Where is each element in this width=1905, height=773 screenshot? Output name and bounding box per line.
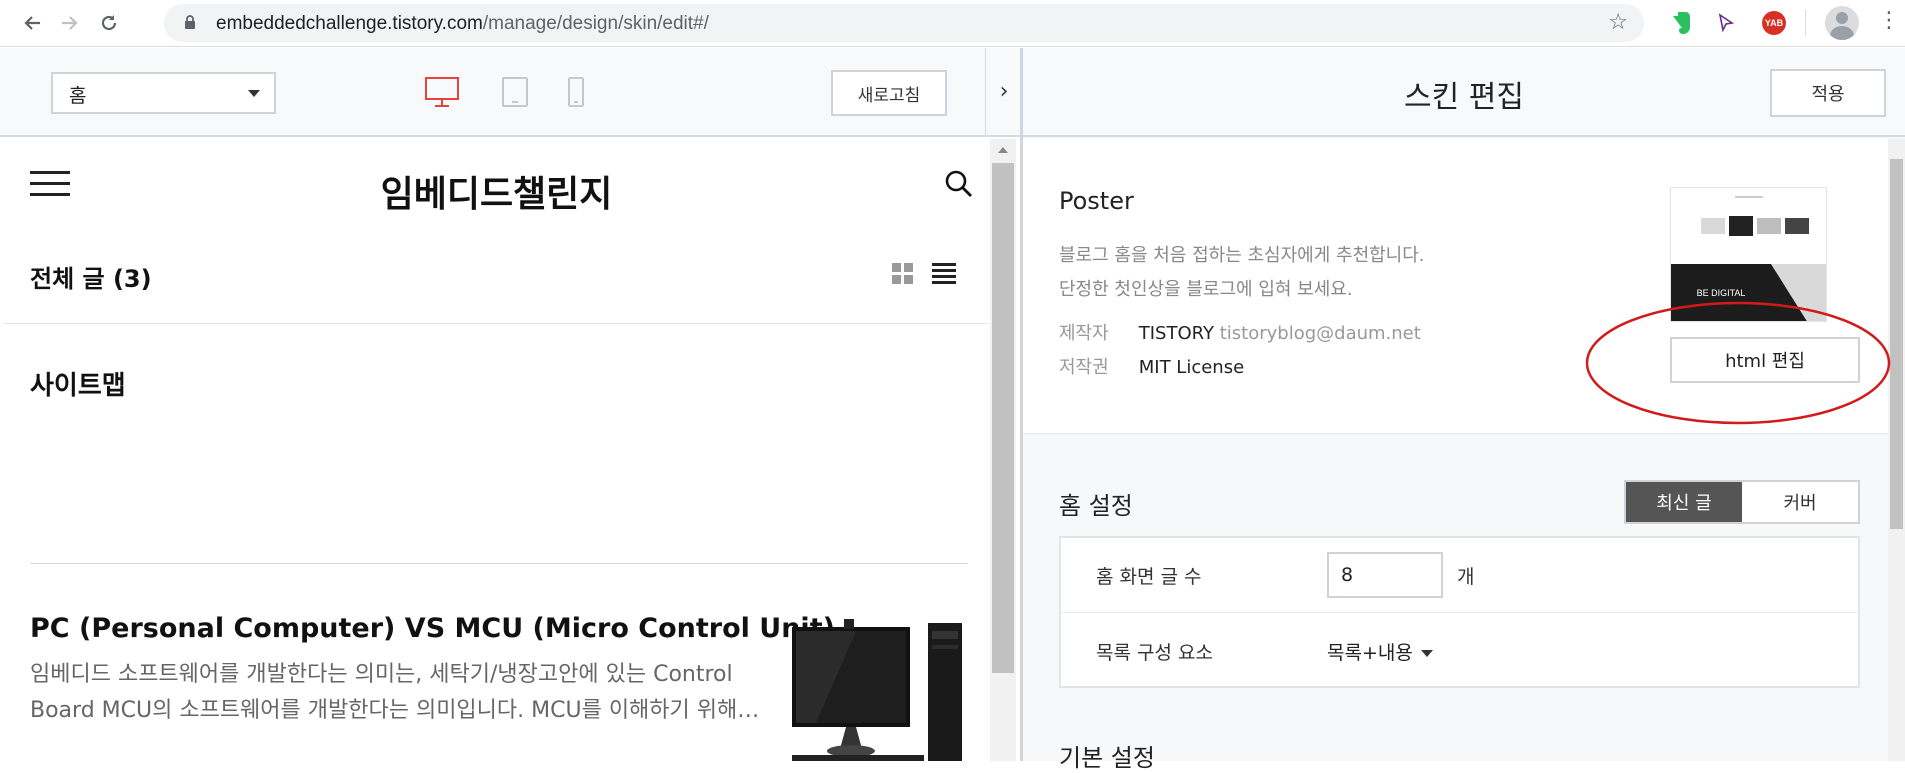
refresh-button[interactable]: 새로고침 [831, 70, 947, 116]
back-icon[interactable] [18, 8, 48, 38]
browser-toolbar: embeddedchallenge.tistory.com/manage/des… [0, 0, 1905, 47]
blog-preview: 임베디드챌린지 전체 글 (3) 사이트맵 PC (Personal Compu… [4, 139, 989, 761]
skin-info-card: Poster 블로그 홈을 처음 접하는 초심자에게 추천합니다. 단정한 첫인… [1023, 139, 1905, 434]
skin-desc-line: 단정한 첫인상을 블로그에 입혀 보세요. [1059, 279, 1353, 300]
tab-recent-posts[interactable]: 최신 글 [1626, 482, 1742, 522]
license-value: MIT License [1138, 357, 1245, 378]
url-path: /manage/design/skin/edit#/ [482, 13, 709, 34]
scroll-up-icon[interactable] [998, 147, 1008, 153]
chevron-down-icon [248, 90, 260, 97]
tablet-view-icon[interactable] [501, 76, 529, 112]
skin-author-row: 제작자 TISTORY tistoryblog@daum.net [1059, 319, 1421, 345]
home-settings-box: 홈 화면 글 수 8 개 목록 구성 요소 목록+내용 [1059, 536, 1860, 688]
grid-view-icon[interactable] [892, 263, 914, 285]
divider [1061, 612, 1858, 613]
skin-thumb-caption: BE DIGITAL [1696, 288, 1746, 298]
preview-toolbar: 홈 새로고침 [0, 48, 985, 137]
skin-license-row: 저작권 MIT License [1059, 353, 1244, 379]
forward-icon[interactable] [54, 8, 84, 38]
post-thumbnail[interactable] [792, 613, 962, 761]
tab-cover[interactable]: 커버 [1742, 482, 1858, 522]
cursor-extension-icon[interactable] [1711, 8, 1741, 38]
page-select[interactable]: 홈 [51, 72, 276, 114]
editor-header: 스킨 편집 적용 [1023, 48, 1905, 137]
search-icon[interactable] [944, 169, 974, 203]
author-label: 제작자 [1059, 323, 1109, 344]
chevron-right-icon: › [999, 79, 1009, 104]
lock-icon [185, 15, 195, 29]
post-count-label: 홈 화면 글 수 [1096, 566, 1202, 588]
profile-avatar[interactable] [1825, 6, 1859, 40]
reload-icon[interactable] [94, 8, 124, 38]
toolbar-divider [1805, 10, 1806, 36]
skin-name: Poster [1059, 187, 1134, 215]
list-elements-select[interactable]: 목록+내용 [1327, 638, 1433, 665]
post-count-unit: 개 [1457, 566, 1475, 588]
apply-button[interactable]: 적용 [1770, 69, 1886, 117]
url-text: embeddedchallenge.tistory.com/manage/des… [216, 13, 709, 35]
divider [4, 323, 989, 324]
license-label: 저작권 [1059, 357, 1109, 378]
post-excerpt: 임베디드 소프트웨어를 개발한다는 의미는, 세탁기/냉장고안에 있는 Cont… [30, 662, 760, 723]
browser-menu-icon[interactable]: ⋮ [1878, 10, 1900, 32]
scrollbar-thumb[interactable] [992, 163, 1014, 673]
blog-title[interactable]: 임베디드챌린지 [4, 165, 989, 217]
preview-pane: 홈 새로고침 › 임베디드챌린지 전체 글 (3) 사이트맵 PC (Perso… [0, 48, 1022, 761]
list-elements-label: 목록 구성 요소 [1096, 642, 1213, 664]
scrollbar-thumb[interactable] [1890, 159, 1903, 529]
skin-desc-line: 블로그 홈을 처음 접하는 초심자에게 추천합니다. [1059, 245, 1425, 266]
skin-editor-pane: 스킨 편집 적용 Poster 블로그 홈을 처음 접하는 초심자에게 추천합니… [1023, 48, 1905, 772]
evernote-icon[interactable] [1665, 8, 1695, 38]
preview-scrollbar[interactable] [990, 139, 1016, 761]
bookmark-star-icon[interactable]: ☆ [1608, 10, 1628, 35]
sitemap-heading: 사이트맵 [30, 371, 126, 401]
yab-extension-icon[interactable]: YAB [1759, 8, 1789, 38]
list-elements-value: 목록+내용 [1327, 642, 1413, 664]
home-mode-toggle: 최신 글 커버 [1624, 480, 1860, 524]
chevron-down-icon [1420, 650, 1433, 657]
mobile-view-icon[interactable] [567, 76, 585, 112]
home-settings-heading: 홈 설정 [1059, 492, 1133, 520]
all-posts-heading: 전체 글 (3) [30, 265, 152, 293]
post-title[interactable]: PC (Personal Computer) VS MCU (Micro Con… [30, 613, 835, 644]
basic-settings-heading: 기본 설정 [1059, 744, 1155, 772]
address-bar[interactable]: embeddedchallenge.tistory.com/manage/des… [164, 4, 1644, 42]
post-count-input[interactable]: 8 [1327, 552, 1443, 598]
desktop-view-icon[interactable] [424, 76, 460, 112]
skin-preview-image: BE DIGITAL [1670, 187, 1827, 322]
list-view-icon[interactable] [932, 263, 956, 285]
page-select-value: 홈 [69, 85, 87, 107]
html-edit-button[interactable]: html 편집 [1670, 337, 1860, 383]
yab-label: YAB [1762, 11, 1786, 35]
url-host: embeddedchallenge.tistory.com [216, 13, 483, 34]
author-email: tistoryblog@daum.net [1219, 323, 1421, 344]
collapse-panel-button[interactable]: › [985, 48, 1022, 137]
author-name: TISTORY [1138, 323, 1214, 344]
skin-description: 블로그 홈을 처음 접하는 초심자에게 추천합니다. 단정한 첫인상을 블로그에… [1059, 239, 1425, 307]
divider [30, 563, 968, 564]
editor-scrollbar[interactable] [1888, 139, 1905, 761]
